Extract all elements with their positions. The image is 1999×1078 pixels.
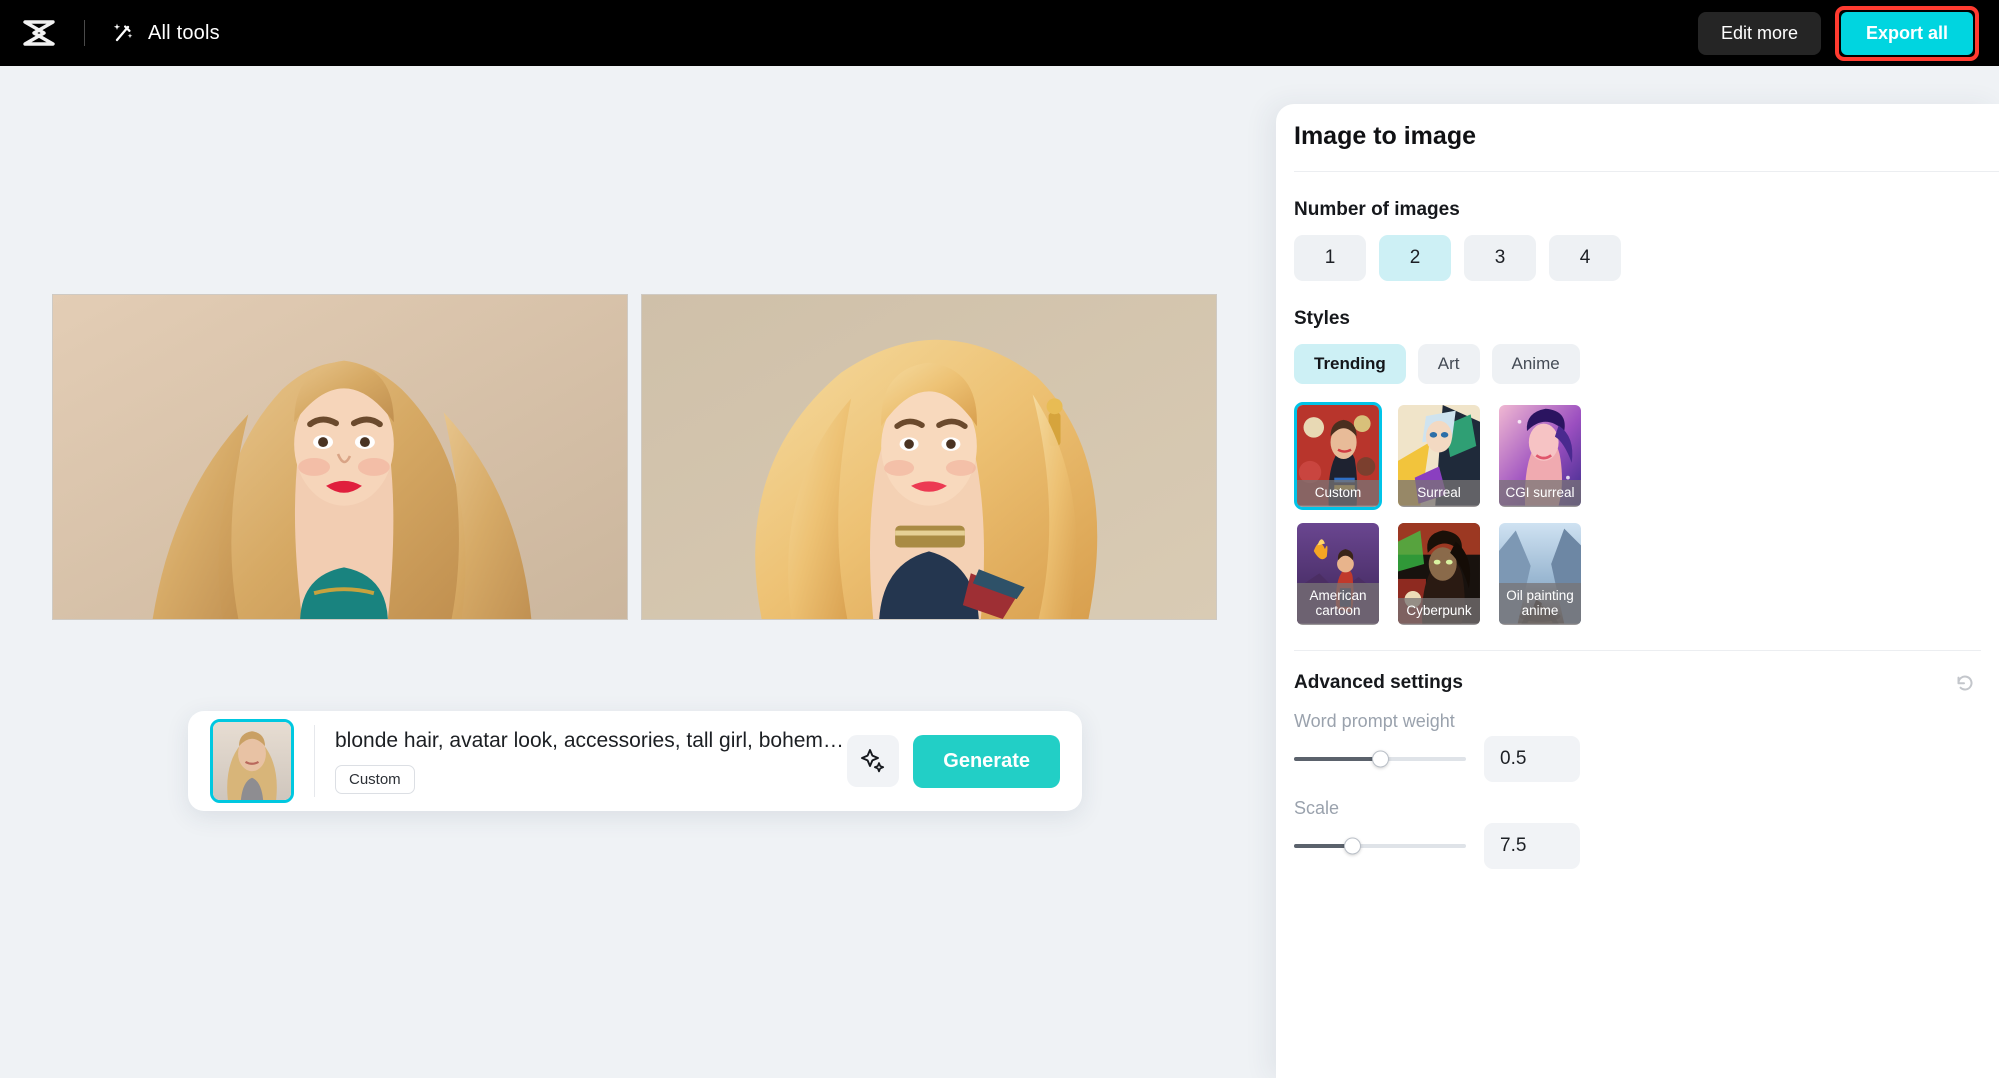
slider-knob[interactable] — [1372, 750, 1389, 768]
slider-word-prompt-weight: Word prompt weight 0.5 — [1294, 711, 1999, 782]
prompt-content: blonde hair, avatar look, accessories, t… — [335, 728, 847, 795]
style-card-cyberpunk[interactable]: Cyberpunk — [1395, 520, 1483, 628]
sparkles-button[interactable] — [847, 735, 900, 787]
capcut-logo[interactable] — [22, 20, 56, 46]
slider-row: 0.5 — [1294, 736, 1999, 782]
source-photo — [213, 722, 291, 800]
scale-slider[interactable] — [1294, 837, 1466, 855]
slider-scale: Scale 7.5 — [1294, 798, 1999, 869]
style-tab-art[interactable]: Art — [1417, 344, 1480, 384]
all-tools-button[interactable]: All tools — [111, 21, 220, 45]
source-image-thumbnail[interactable] — [210, 719, 294, 803]
style-card-cgi-surreal[interactable]: CGI surreal — [1496, 402, 1584, 510]
slider-row: 7.5 — [1294, 823, 1999, 869]
advanced-divider — [1294, 650, 1981, 651]
all-tools-label: All tools — [148, 21, 220, 44]
word-prompt-weight-value[interactable]: 0.5 — [1484, 736, 1580, 782]
settings-panel: Image to image Number of images 1 2 3 4 … — [1276, 104, 1999, 1078]
style-card-label: Cyberpunk — [1398, 597, 1480, 625]
export-all-highlight: Export all — [1834, 5, 1979, 61]
portrait-illustration-2 — [642, 295, 1216, 619]
portrait-illustration-1 — [53, 295, 627, 619]
top-bar: All tools Edit more Export all — [0, 0, 1999, 66]
sparkles-icon — [861, 749, 885, 773]
style-card-american-cartoon[interactable]: American cartoon — [1294, 520, 1382, 628]
prompt-divider — [314, 725, 315, 797]
header-actions: Edit more Export all — [1697, 5, 1999, 61]
style-card-label: American cartoon — [1297, 582, 1379, 625]
result-image-2[interactable] — [641, 294, 1217, 620]
num-images-option-3[interactable]: 3 — [1464, 235, 1536, 281]
panel-body: Number of images 1 2 3 4 Styles Trending… — [1276, 199, 1999, 869]
result-image-1[interactable] — [52, 294, 628, 620]
generated-results — [52, 294, 1217, 620]
num-images-option-2[interactable]: 2 — [1379, 235, 1451, 281]
style-tab-trending[interactable]: Trending — [1294, 344, 1406, 384]
prompt-input[interactable]: blonde hair, avatar look, accessories, t… — [335, 728, 847, 754]
styles-label: Styles — [1294, 308, 1350, 329]
style-card-label: CGI surreal — [1499, 479, 1581, 507]
capcut-logo-icon — [23, 20, 55, 46]
prompt-bar: blonde hair, avatar look, accessories, t… — [188, 711, 1082, 811]
reset-icon[interactable] — [1953, 671, 1977, 695]
style-tab-anime[interactable]: Anime — [1491, 344, 1580, 384]
prompt-style-tag[interactable]: Custom — [335, 765, 415, 795]
style-card-oil-painting-anime[interactable]: Oil painting anime — [1496, 520, 1584, 628]
style-card-label: Surreal — [1398, 479, 1480, 507]
number-of-images-group: 1 2 3 4 — [1294, 235, 1999, 281]
edit-more-button[interactable]: Edit more — [1697, 11, 1821, 55]
scale-value[interactable]: 7.5 — [1484, 823, 1580, 869]
styles-grid: Custom Surreal CGI surreal American cart… — [1294, 402, 1999, 628]
num-images-option-1[interactable]: 1 — [1294, 235, 1366, 281]
advanced-settings-title: Advanced settings — [1294, 672, 1463, 693]
slider-label: Word prompt weight — [1294, 711, 1455, 731]
magic-wand-icon — [113, 23, 133, 42]
style-card-label: Custom — [1297, 479, 1379, 507]
slider-knob[interactable] — [1344, 837, 1362, 855]
style-card-label: Oil painting anime — [1499, 582, 1581, 625]
style-card-custom[interactable]: Custom — [1294, 402, 1382, 510]
number-of-images-label: Number of images — [1294, 199, 1460, 220]
slider-fill — [1294, 757, 1380, 761]
advanced-header: Advanced settings — [1294, 671, 1977, 695]
generate-button[interactable]: Generate — [913, 734, 1060, 788]
num-images-option-4[interactable]: 4 — [1549, 235, 1621, 281]
style-card-surreal[interactable]: Surreal — [1395, 402, 1483, 510]
word-prompt-weight-slider[interactable] — [1294, 750, 1466, 768]
panel-title-divider — [1294, 171, 1999, 172]
export-all-button[interactable]: Export all — [1840, 11, 1973, 55]
slider-label: Scale — [1294, 798, 1340, 818]
panel-title: Image to image — [1294, 122, 1476, 150]
styles-tab-group: Trending Art Anime — [1294, 344, 1999, 384]
header-divider — [84, 20, 85, 46]
